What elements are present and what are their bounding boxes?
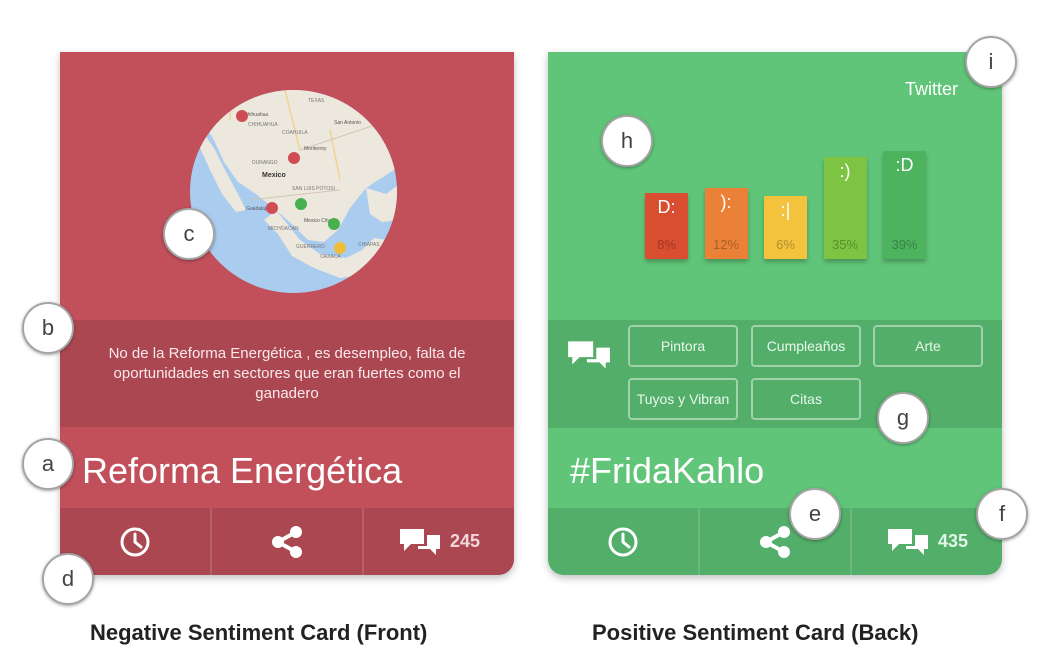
map-label-guerrero: GUERRERO xyxy=(296,244,325,250)
map-label-monterrey: Monterrey xyxy=(304,146,327,152)
comments-button[interactable]: 245 xyxy=(362,508,514,575)
negative-sentiment-card[interactable]: Mexico TEXAS San Antonio Chihuahua CHIHU… xyxy=(60,52,514,575)
sentiment-face: :) xyxy=(839,161,851,181)
sentiment-percent: 12% xyxy=(712,237,740,252)
platform-label: Twitter xyxy=(904,79,958,99)
map-pin-negative[interactable] xyxy=(288,152,300,164)
map-label-chiapas: CHIAPAS xyxy=(358,242,380,248)
map-pin-positive[interactable] xyxy=(295,198,307,210)
comments-icon xyxy=(887,528,928,555)
card-footer: 435 xyxy=(548,508,1002,575)
card-title: #FridaKahlo xyxy=(570,450,765,491)
annotation-marker-h: h xyxy=(601,115,653,167)
comment-count: 435 xyxy=(937,531,969,551)
sentiment-percent: 6% xyxy=(776,237,795,252)
map-pin-negative[interactable] xyxy=(266,202,278,214)
map-label-chihuahua: CHIHUAHUA xyxy=(248,122,278,128)
comments-icon xyxy=(568,341,610,369)
tag-cumpleanos[interactable]: Cumpleaños xyxy=(751,325,861,367)
map-label-san-luis-potosi: SAN LUIS POTOSI xyxy=(292,186,335,192)
card-title: Reforma Energética xyxy=(82,450,403,491)
tag-pintora[interactable]: Pintora xyxy=(628,325,738,367)
annotation-marker-b: b xyxy=(22,302,74,354)
sentiment-percent: 8% xyxy=(657,237,676,252)
sentiment-bar[interactable]: D: 8% xyxy=(645,193,688,259)
history-button[interactable] xyxy=(548,508,698,575)
share-icon xyxy=(760,525,790,558)
comment-count: 245 xyxy=(449,531,481,551)
map-label-mexico-city: Mexico City xyxy=(304,218,330,224)
annotation-marker-a: a xyxy=(22,438,74,490)
map-label-oaxaca: OAXACA xyxy=(320,254,341,260)
annotation-marker-e: e xyxy=(789,488,841,540)
quote-text: No de la Reforma Energética , es desempl… xyxy=(108,345,466,402)
card-footer: 245 xyxy=(60,508,514,575)
caption-negative: Negative Sentiment Card (Front) xyxy=(90,620,428,645)
clock-icon xyxy=(120,527,150,556)
map-pin-positive[interactable] xyxy=(328,218,340,230)
tag-arte[interactable]: Arte xyxy=(873,325,983,367)
sentiment-bar[interactable]: ): 12% xyxy=(704,188,748,259)
clock-icon xyxy=(608,527,638,556)
tag-tuyos-y-vibran[interactable]: Tuyos y Vibran xyxy=(628,378,738,420)
map-label-michoacan: MICHOACAN xyxy=(268,226,299,232)
map-label-san-antonio: San Antonio xyxy=(334,120,361,126)
map-view[interactable]: Mexico TEXAS San Antonio Chihuahua CHIHU… xyxy=(190,90,397,293)
map-pin-negative[interactable] xyxy=(236,110,248,122)
map-label-durango: DURANGO xyxy=(252,160,278,166)
map-label-mexico: Mexico xyxy=(262,172,286,179)
sentiment-bar[interactable]: :) 35% xyxy=(823,157,867,259)
map-label-coahuila: COAHUILA xyxy=(282,130,308,136)
sentiment-percent: 35% xyxy=(831,237,859,252)
sentiment-percent: 39% xyxy=(891,237,918,252)
share-icon xyxy=(272,525,302,558)
sentiment-bar[interactable]: :D 39% xyxy=(883,151,926,259)
comments-icon xyxy=(399,528,440,555)
sentiment-bar[interactable]: :| 6% xyxy=(764,196,807,259)
annotation-marker-g: g xyxy=(877,392,929,444)
annotation-marker-f: f xyxy=(976,488,1028,540)
caption-positive: Positive Sentiment Card (Back) xyxy=(592,620,919,645)
tag-citas[interactable]: Citas xyxy=(751,378,861,420)
sentiment-face: :| xyxy=(780,200,791,220)
sentiment-face: D: xyxy=(657,197,676,217)
annotation-marker-d: d xyxy=(42,553,94,605)
share-button[interactable] xyxy=(210,508,362,575)
map-label-texas: TEXAS xyxy=(308,98,325,104)
map-pin-neutral[interactable] xyxy=(334,242,346,254)
sentiment-face: :D xyxy=(895,155,914,175)
sentiment-face: ): xyxy=(720,192,732,212)
tag-section: Pintora Cumpleaños Arte Tuyos y Vibran C… xyxy=(548,320,1002,428)
annotation-marker-c: c xyxy=(163,208,215,260)
annotation-marker-i: i xyxy=(965,36,1017,88)
